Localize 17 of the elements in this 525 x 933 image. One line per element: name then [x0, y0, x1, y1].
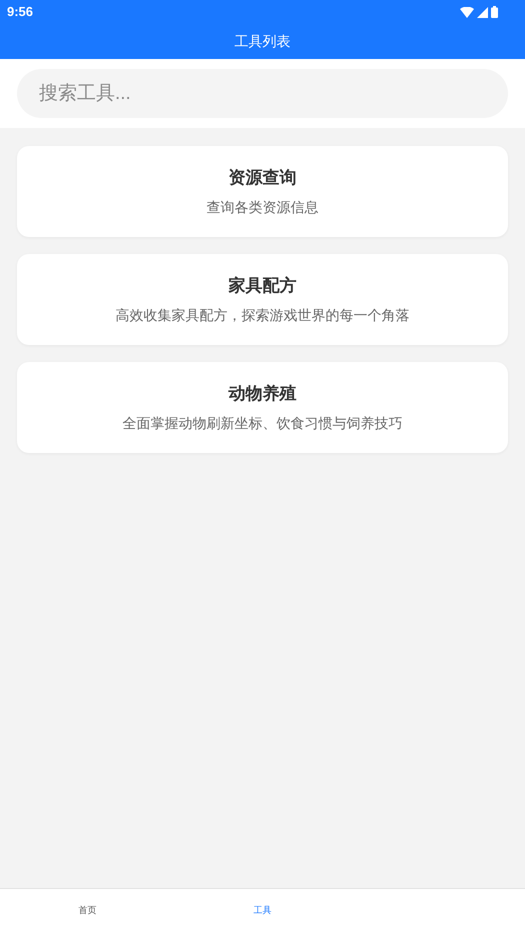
tool-card[interactable]: 资源查询 查询各类资源信息 [17, 146, 508, 237]
search-field[interactable]: 搜索工具... [17, 69, 508, 118]
wifi-icon [460, 6, 474, 18]
tool-description: 高效收集家具配方，探索游戏世界的每一个角落 [116, 306, 410, 326]
tool-card[interactable]: 动物养殖 全面掌握动物刷新坐标、饮食习惯与饲养技巧 [17, 362, 508, 453]
status-time: 9:56 [7, 3, 34, 22]
signal-icon [477, 6, 488, 18]
tool-title: 动物养殖 [228, 382, 296, 405]
tool-description: 全面掌握动物刷新坐标、饮食习惯与饲养技巧 [122, 414, 402, 434]
tool-description: 查询各类资源信息 [206, 198, 318, 218]
tool-title: 资源查询 [228, 166, 296, 189]
nav-tab[interactable]: 首页 [74, 904, 100, 918]
app-bar-title: 工具列表 [234, 32, 290, 51]
nav-tab[interactable]: 工具 [250, 904, 276, 918]
tool-card[interactable]: 家具配方 高效收集家具配方，探索游戏世界的每一个角落 [17, 254, 508, 345]
battery-icon [491, 6, 498, 18]
tool-title: 家具配方 [228, 274, 296, 297]
